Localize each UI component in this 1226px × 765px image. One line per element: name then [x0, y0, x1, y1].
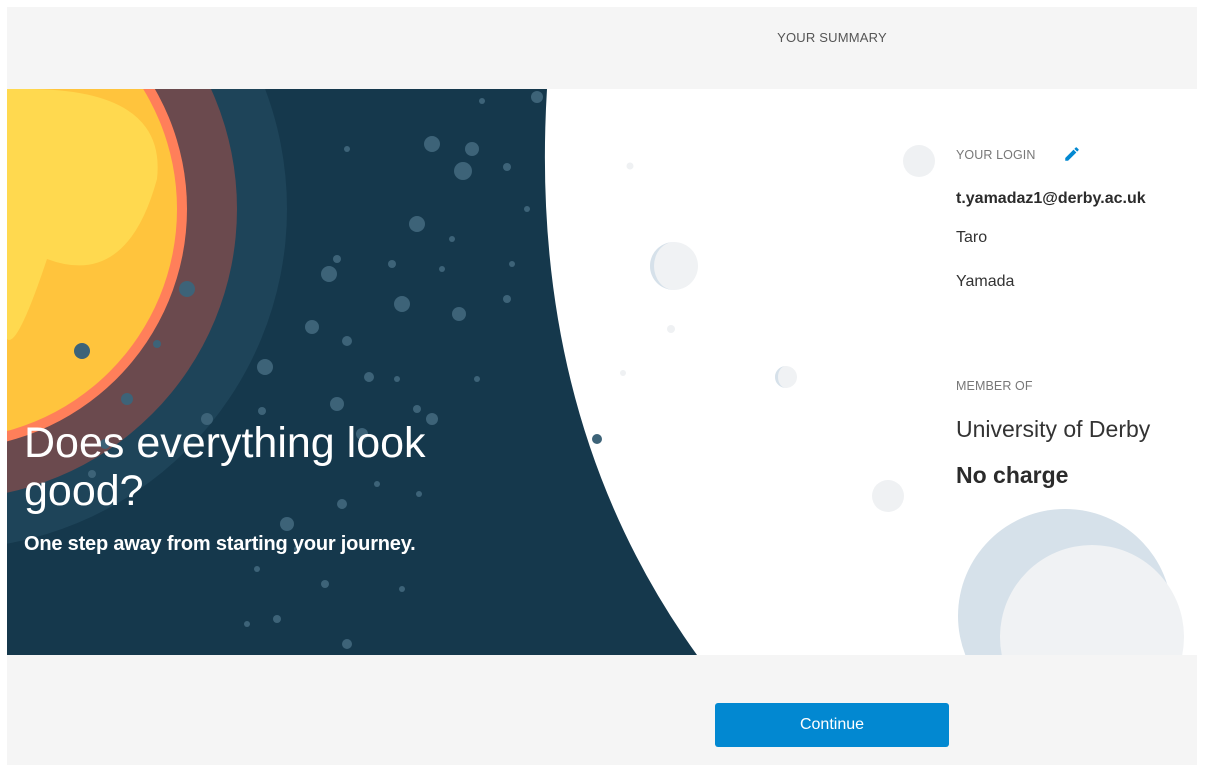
- headline: Does everything look good?: [24, 419, 426, 515]
- footer: Continue: [7, 655, 1197, 765]
- continue-button[interactable]: Continue: [715, 703, 949, 747]
- first-name: Taro: [956, 229, 988, 246]
- member-label: MEMBER OF: [956, 379, 1033, 393]
- subheadline: One step away from starting your journey…: [24, 533, 416, 555]
- moon-3: [903, 145, 935, 177]
- login-email: t.yamadaz1@derby.ac.uk: [956, 190, 1146, 207]
- pencil-icon[interactable]: [1063, 145, 1081, 163]
- organization-name: University of Derby: [956, 416, 1151, 442]
- login-label: YOUR LOGIN: [956, 148, 1036, 162]
- summary-details: YOUR LOGIN t.yamadaz1@derby.ac.uk Taro Y…: [956, 89, 1196, 655]
- page-frame: YOUR SUMMARY Does everything look good? …: [7, 7, 1197, 765]
- dot-2: [667, 325, 675, 333]
- moon-4: [872, 480, 904, 512]
- dot-1: [626, 162, 634, 170]
- dot-3: [620, 370, 626, 376]
- page-title: YOUR SUMMARY: [777, 30, 887, 45]
- header: YOUR SUMMARY: [7, 7, 1197, 89]
- summary-panel: Does everything look good? One step away…: [7, 89, 1197, 655]
- price: No charge: [956, 462, 1069, 488]
- last-name: Yamada: [956, 273, 1015, 290]
